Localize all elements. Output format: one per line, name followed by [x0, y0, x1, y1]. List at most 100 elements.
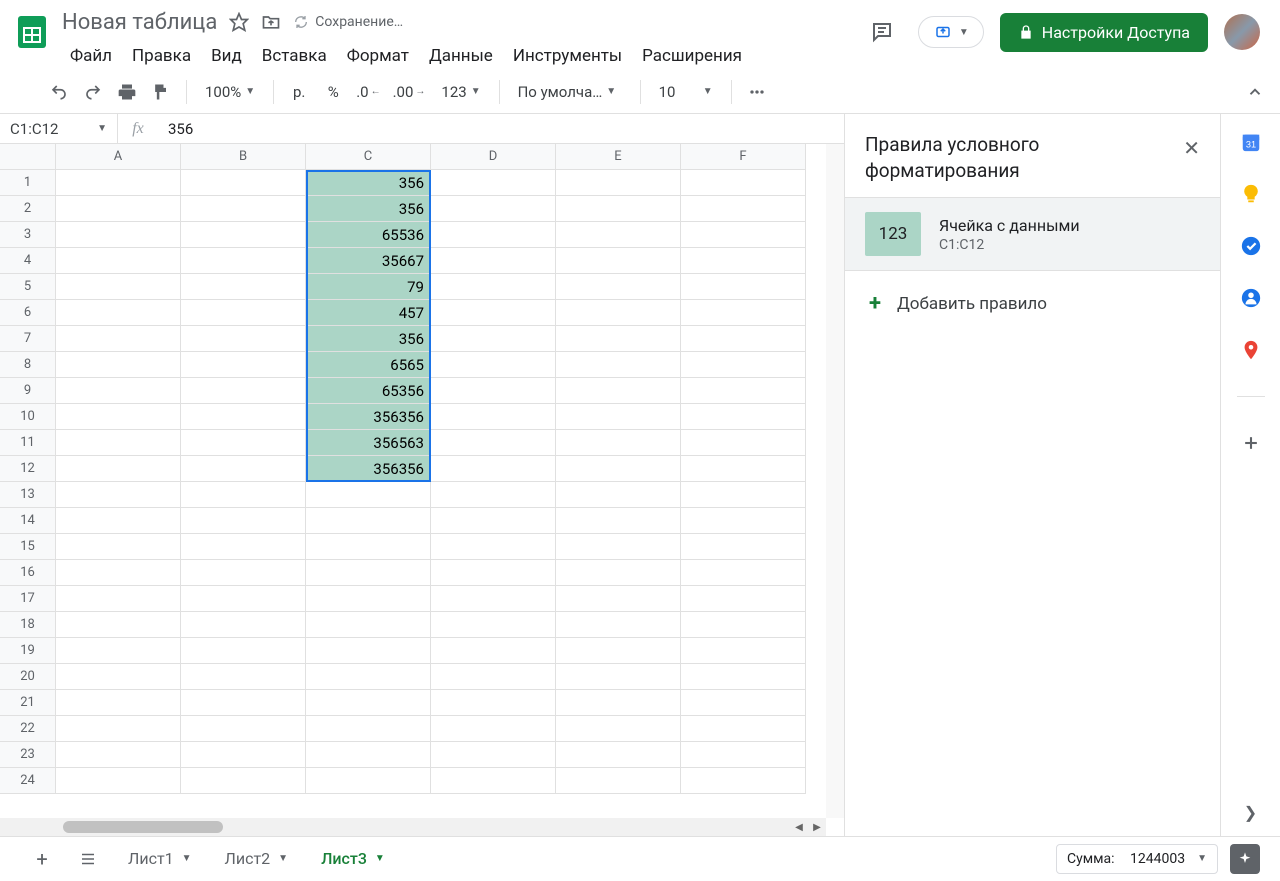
cell[interactable]: [306, 534, 431, 560]
font-size-select[interactable]: 10▼: [651, 83, 721, 101]
cell[interactable]: [556, 326, 681, 352]
contacts-icon[interactable]: [1239, 286, 1263, 310]
row-header[interactable]: 14: [0, 508, 56, 534]
cell[interactable]: [181, 482, 306, 508]
keep-icon[interactable]: [1239, 182, 1263, 206]
cell[interactable]: [556, 352, 681, 378]
cell[interactable]: [181, 300, 306, 326]
row-header[interactable]: 13: [0, 482, 56, 508]
all-sheets-icon[interactable]: [66, 837, 110, 881]
paint-format-icon[interactable]: [146, 77, 176, 107]
decrease-decimal-button[interactable]: .0←: [352, 77, 384, 107]
cell[interactable]: [431, 222, 556, 248]
cell[interactable]: [556, 690, 681, 716]
cell[interactable]: [681, 456, 806, 482]
cell[interactable]: 356356: [306, 456, 431, 482]
cell[interactable]: [181, 508, 306, 534]
cell[interactable]: [181, 378, 306, 404]
more-toolbar-icon[interactable]: [742, 77, 772, 107]
cell[interactable]: [681, 768, 806, 794]
cell[interactable]: [556, 768, 681, 794]
cell[interactable]: [431, 456, 556, 482]
spreadsheet-grid[interactable]: ABCDEF1356235636553643566757964577356865…: [0, 144, 844, 794]
percent-button[interactable]: %: [318, 77, 348, 107]
cell[interactable]: [681, 534, 806, 560]
cell[interactable]: 356356: [306, 404, 431, 430]
cell[interactable]: [556, 716, 681, 742]
cell[interactable]: [181, 664, 306, 690]
row-header[interactable]: 12: [0, 456, 56, 482]
cell[interactable]: [681, 586, 806, 612]
add-rule-button[interactable]: + Добавить правило: [845, 271, 1220, 336]
row-header[interactable]: 11: [0, 430, 56, 456]
cell[interactable]: [431, 664, 556, 690]
cell[interactable]: [181, 404, 306, 430]
cell[interactable]: [56, 300, 181, 326]
cell[interactable]: [681, 690, 806, 716]
move-folder-icon[interactable]: [261, 12, 281, 32]
cell[interactable]: [431, 534, 556, 560]
cell[interactable]: [681, 612, 806, 638]
row-header[interactable]: 9: [0, 378, 56, 404]
cell[interactable]: 356563: [306, 430, 431, 456]
cell[interactable]: [556, 248, 681, 274]
row-header[interactable]: 3: [0, 222, 56, 248]
redo-icon[interactable]: [78, 77, 108, 107]
row-header[interactable]: 1: [0, 170, 56, 196]
row-header[interactable]: 18: [0, 612, 56, 638]
cell[interactable]: [556, 534, 681, 560]
row-header[interactable]: 6: [0, 300, 56, 326]
cell[interactable]: 65356: [306, 378, 431, 404]
vertical-scrollbar[interactable]: [826, 144, 844, 818]
cell[interactable]: 356: [306, 170, 431, 196]
row-header[interactable]: 22: [0, 716, 56, 742]
cell[interactable]: [431, 300, 556, 326]
cell[interactable]: [56, 742, 181, 768]
scroll-right-icon[interactable]: ▶: [808, 818, 826, 836]
cell[interactable]: [681, 742, 806, 768]
cell[interactable]: [556, 586, 681, 612]
cell[interactable]: [181, 430, 306, 456]
cell[interactable]: [56, 248, 181, 274]
cell[interactable]: [556, 742, 681, 768]
cell[interactable]: [431, 560, 556, 586]
status-aggregate[interactable]: Сумма: 1244003▼: [1056, 844, 1218, 874]
column-header[interactable]: F: [681, 144, 806, 170]
cell[interactable]: [431, 378, 556, 404]
menu-инструменты[interactable]: Инструменты: [505, 42, 630, 70]
cell[interactable]: [431, 690, 556, 716]
cell[interactable]: [306, 638, 431, 664]
row-header[interactable]: 10: [0, 404, 56, 430]
row-header[interactable]: 19: [0, 638, 56, 664]
add-addon-icon[interactable]: [1239, 431, 1263, 455]
increase-decimal-button[interactable]: .00→: [389, 77, 430, 107]
cell[interactable]: [681, 300, 806, 326]
cell[interactable]: [556, 378, 681, 404]
cell[interactable]: [306, 482, 431, 508]
cell[interactable]: [181, 690, 306, 716]
cell[interactable]: [681, 508, 806, 534]
cell[interactable]: [431, 248, 556, 274]
cell[interactable]: [431, 768, 556, 794]
cell[interactable]: [431, 508, 556, 534]
cell[interactable]: [306, 768, 431, 794]
print-icon[interactable]: [112, 77, 142, 107]
cell[interactable]: [56, 768, 181, 794]
cell[interactable]: [56, 326, 181, 352]
column-header[interactable]: B: [181, 144, 306, 170]
cell[interactable]: [181, 742, 306, 768]
cell[interactable]: [431, 274, 556, 300]
cell[interactable]: [56, 352, 181, 378]
cell[interactable]: 356: [306, 196, 431, 222]
cell[interactable]: [56, 664, 181, 690]
cell[interactable]: 79: [306, 274, 431, 300]
comment-history-icon[interactable]: [862, 12, 902, 52]
cell[interactable]: [181, 534, 306, 560]
cell[interactable]: [431, 612, 556, 638]
sheet-tab[interactable]: Лист2▼: [209, 837, 306, 881]
cell[interactable]: [681, 482, 806, 508]
cell[interactable]: [181, 560, 306, 586]
calendar-icon[interactable]: 31: [1239, 130, 1263, 154]
cell[interactable]: [181, 638, 306, 664]
menu-правка[interactable]: Правка: [124, 42, 199, 70]
